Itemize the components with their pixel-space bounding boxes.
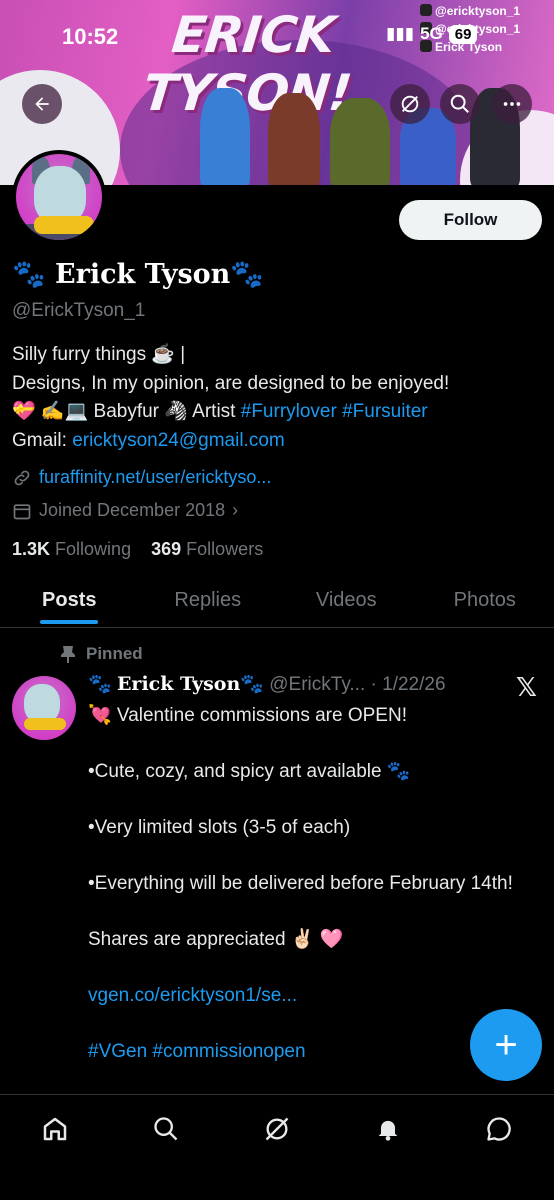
signal-icon: ▮▮▮ xyxy=(386,24,415,43)
active-tab-indicator xyxy=(40,620,99,624)
post-header: 🐾 Erick Tyson🐾 @ErickTy... · 1/22/26 xyxy=(88,673,446,695)
joined-row[interactable]: Joined December 2018 › xyxy=(12,500,238,521)
bottom-navigation xyxy=(0,1094,554,1200)
profile-name-text: Erick Tyson xyxy=(55,259,231,290)
battery-indicator: 69 xyxy=(448,24,478,44)
messages-icon xyxy=(486,1117,511,1141)
profile-handle: @ErickTyson_1 xyxy=(12,300,146,321)
profile-avatar[interactable] xyxy=(12,150,106,244)
hashtag-link[interactable]: #Fursuiter xyxy=(342,401,428,422)
network-label: 5G xyxy=(420,24,443,43)
website-row: furaffinity.net/user/ericktyso... xyxy=(12,467,271,488)
pin-icon xyxy=(61,646,75,663)
nav-messages[interactable] xyxy=(479,1109,519,1149)
home-icon xyxy=(44,1117,67,1141)
post-link[interactable]: vgen.co/ericktyson1/se... xyxy=(88,982,538,1010)
following-link[interactable]: 1.3K Following xyxy=(12,539,131,559)
grok-icon xyxy=(401,95,419,113)
post-author-name[interactable]: Erick Tyson xyxy=(117,673,240,695)
nav-notifications[interactable] xyxy=(368,1109,408,1149)
profile-name: 🐾 Erick Tyson🐾 xyxy=(12,258,264,290)
post-line: •Cute, cozy, and spicy art available 🐾 xyxy=(88,761,411,782)
followers-link[interactable]: 369 Followers xyxy=(151,539,263,559)
website-link[interactable]: furaffinity.net/user/ericktyso... xyxy=(39,467,271,488)
notifications-icon xyxy=(378,1120,398,1141)
nav-search[interactable] xyxy=(146,1109,186,1149)
bio-line: Silly furry things ☕️ | xyxy=(12,344,186,365)
more-icon xyxy=(503,102,521,106)
calendar-icon xyxy=(13,503,31,519)
banner-social-instagram: @ericktyson_1 xyxy=(420,4,550,18)
post-line: 💘 Valentine commissions are OPEN! xyxy=(88,705,407,726)
email-link[interactable]: ericktyson24@gmail.com xyxy=(72,430,285,451)
tab-replies[interactable]: Replies xyxy=(139,578,278,627)
bio-line: Gmail: ericktyson24@gmail.com xyxy=(12,429,285,451)
profile-tabs: Posts Replies Videos Photos xyxy=(0,578,554,628)
joined-date: Joined December 2018 xyxy=(39,500,226,520)
pinned-label: Pinned xyxy=(60,644,143,664)
status-time: 10:52 xyxy=(62,24,119,49)
profile-bio: Silly furry things ☕️ | Designs, In my o… xyxy=(12,341,542,455)
x-logo-icon: 𝕏 xyxy=(516,672,537,702)
tab-photos[interactable]: Photos xyxy=(416,578,554,627)
post-avatar[interactable] xyxy=(12,676,76,740)
grok-button[interactable] xyxy=(390,84,430,124)
bio-line: Designs, In my opinion, are designed to … xyxy=(12,372,450,394)
nav-home[interactable] xyxy=(35,1109,75,1149)
hashtag-link[interactable]: #Furrylover xyxy=(241,401,337,422)
search-icon xyxy=(154,1117,178,1141)
search-icon xyxy=(450,94,469,113)
post-line: •Everything will be delivered before Feb… xyxy=(88,873,513,894)
paw-emoji: 🐾 xyxy=(12,259,46,290)
post-line: Shares are appreciated ✌🏻 🩷 xyxy=(88,929,344,950)
post-line: •Very limited slots (3-5 of each) xyxy=(88,817,351,838)
follow-button[interactable]: Follow xyxy=(399,200,542,240)
search-button[interactable] xyxy=(440,84,480,124)
tab-posts[interactable]: Posts xyxy=(0,578,139,627)
bio-line: 💝 ✍️💻 Babyfur 🦓 Artist #Furrylover #Furs… xyxy=(12,401,428,422)
chevron-right-icon: › xyxy=(232,500,239,520)
nav-grok[interactable] xyxy=(257,1109,297,1149)
status-indicators: ▮▮▮ 5G 69 xyxy=(386,24,478,44)
grok-icon xyxy=(265,1117,289,1141)
more-button[interactable] xyxy=(492,84,532,124)
paw-emoji: 🐾 xyxy=(230,259,264,290)
follow-counts: 1.3K Following 369 Followers xyxy=(12,539,263,560)
back-button[interactable] xyxy=(22,84,62,124)
post-date: · 1/22/26 xyxy=(370,674,446,695)
post-author-handle[interactable]: @ErickTy... xyxy=(269,674,365,695)
compose-post-button[interactable]: + xyxy=(470,1009,542,1081)
back-arrow-icon xyxy=(35,97,49,111)
link-icon xyxy=(14,470,30,485)
banner-characters-art xyxy=(180,78,540,185)
tab-videos[interactable]: Videos xyxy=(277,578,416,627)
